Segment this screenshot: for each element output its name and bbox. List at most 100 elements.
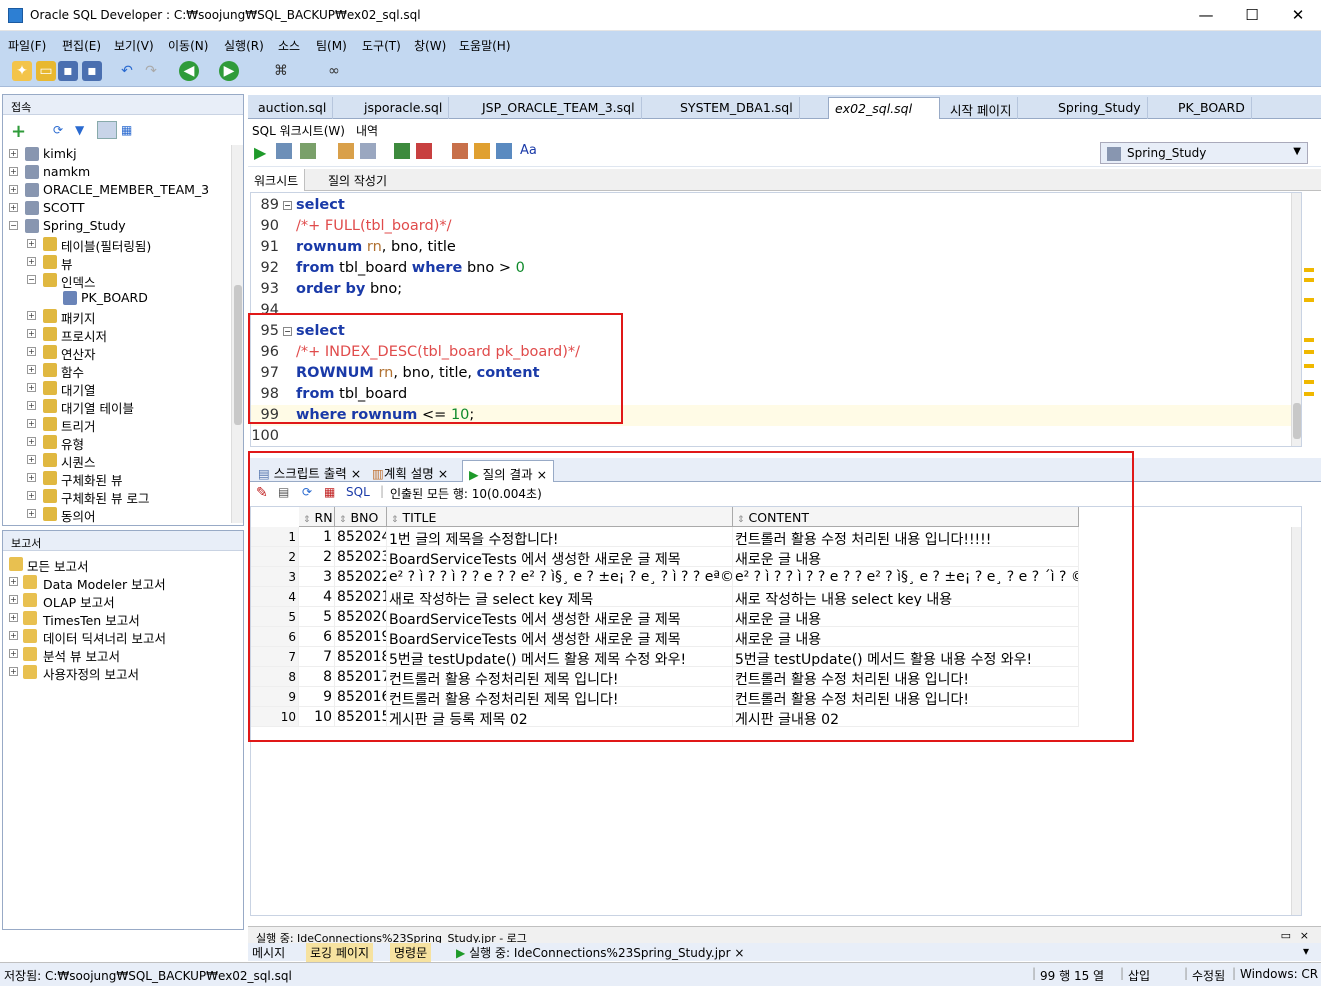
run-statement-icon[interactable]: ▶ [254,143,266,162]
forward-icon[interactable]: ▶ [219,61,239,81]
tree-node[interactable]: + 연산자 [3,343,231,362]
tab-spring-study[interactable]: Spring_Study [1052,97,1148,119]
expand-icon[interactable]: + [9,613,18,622]
open-folder-icon[interactable]: ▭ [36,61,56,81]
expand-icon[interactable]: + [9,203,18,212]
commit-transaction-icon[interactable] [394,143,410,159]
close-log-icon[interactable]: × [1300,929,1309,942]
report-node[interactable]: + Data Modeler 보고서 [3,573,239,592]
refresh-icon[interactable]: ⟳ [53,123,63,137]
tree-node[interactable]: − Spring_Study [3,217,231,235]
tree-node[interactable]: + ORACLE_MEMBER_TEAM_3 [3,181,231,199]
tree-node[interactable]: + kimkj [3,145,231,163]
tab-logging-page[interactable]: 로깅 페이지 [306,943,374,962]
expand-icon[interactable]: + [27,491,36,500]
grid-scrollbar[interactable] [1291,527,1301,915]
code-line[interactable]: 100 [251,426,1291,447]
run-script-icon[interactable] [276,143,292,159]
expand-icon[interactable]: + [9,667,18,676]
expand-icon[interactable]: + [27,437,36,446]
report-node[interactable]: + OLAP 보고서 [3,591,239,610]
add-connection-icon[interactable]: + [11,121,26,142]
sql-worksheet-icon[interactable]: ⌘ [271,61,291,81]
save-icon[interactable]: ▪ [58,61,78,81]
expand-icon[interactable]: + [9,577,18,586]
history-icon[interactable] [496,143,512,159]
expand-icon[interactable]: + [9,167,18,176]
explain-plan-icon[interactable] [338,143,354,159]
menu-file[interactable]: 파일(F) [8,37,46,54]
tree-node[interactable]: + namkm [3,163,231,181]
menu-team[interactable]: 팀(M) [316,37,347,54]
minimize-button[interactable]: — [1183,0,1229,31]
report-node[interactable]: + 사용자정의 보고서 [3,663,239,682]
save-all-icon[interactable]: ▪ [82,61,102,81]
tab-jsporacle[interactable]: jsporacle.sql [358,97,450,119]
tree-node[interactable]: + 구체화된 뷰 로그 [3,487,231,506]
expand-icon[interactable]: + [9,149,18,158]
tree-node[interactable]: + 대기열 테이블 [3,397,231,416]
expand-icon[interactable]: + [27,419,36,428]
binoculars-icon[interactable]: ∞ [324,61,344,81]
tree-node[interactable]: + 대기열 [3,379,231,398]
expand-icon[interactable]: + [27,239,36,248]
manage-icon[interactable]: ▦ [121,123,132,137]
code-line[interactable]: 91 rownum rn, bno, title [251,237,1291,258]
code-line[interactable]: 92 from tbl_board where bno > 0 [251,258,1291,279]
tab-start-page[interactable]: 시작 페이지 [944,97,1019,119]
tab-pk-board[interactable]: PK_BOARD [1172,97,1252,119]
expand-icon[interactable]: + [9,631,18,640]
expand-icon[interactable]: + [27,329,36,338]
clear-icon[interactable] [474,143,490,159]
autotrace-icon[interactable] [360,143,376,159]
report-node[interactable]: + TimesTen 보고서 [3,609,239,628]
tree-node[interactable]: − 인덱스 [3,271,231,290]
scroll-thumb[interactable] [234,285,242,425]
code-line[interactable]: 90 /*+ FULL(tbl_board)*/ [251,216,1291,237]
tree-node[interactable]: + 패키지 [3,307,231,326]
connection-select[interactable]: Spring_Study ▼ [1100,142,1308,164]
close-button[interactable]: ✕ [1275,0,1321,31]
maximize-button[interactable]: ☐ [1229,0,1275,31]
expand-icon[interactable]: + [27,365,36,374]
fold-icon[interactable]: − [283,201,292,210]
new-file-icon[interactable]: ✦ [12,61,32,81]
tree-node[interactable]: + 테이블(필터링됨) [3,235,231,254]
expand-icon[interactable]: + [27,383,36,392]
minimize-log-icon[interactable]: ▭ [1281,929,1291,942]
tab-query-builder[interactable]: 질의 작성기 [328,172,387,189]
code-line[interactable]: 93 order by bno; [251,279,1291,300]
tree-node[interactable]: + 함수 [3,361,231,380]
tab-auction[interactable]: auction.sql [252,97,334,119]
tab-messages[interactable]: 메시지 [252,944,285,961]
undo-icon[interactable]: ↶ [117,61,137,81]
back-icon[interactable]: ◀ [179,61,199,81]
tree-node[interactable]: + 뷰 [3,253,231,272]
tree-node[interactable]: + 트리거 [3,415,231,434]
expand-icon[interactable]: + [27,401,36,410]
menu-tools[interactable]: 도구(T) [362,37,401,54]
expand-icon[interactable]: + [27,455,36,464]
collapse-icon[interactable]: − [27,275,36,284]
expand-icon[interactable]: + [9,649,18,658]
tab-jsp-oracle-team[interactable]: JSP_ORACLE_TEAM_3.sql [476,97,642,119]
connections-scrollbar[interactable] [231,145,243,523]
format-icon[interactable]: Aa [520,143,537,158]
report-node[interactable]: 모든 보고서 [3,555,239,574]
schema-browser-icon[interactable] [97,121,117,139]
tab-worksheet[interactable]: 워크시트 [248,169,306,191]
sql-tuning-icon[interactable] [452,143,468,159]
expand-icon[interactable]: + [27,257,36,266]
commit-icon[interactable] [300,143,316,159]
tree-node[interactable]: + 동의어 [3,505,231,523]
tab-system-dba[interactable]: SYSTEM_DBA1.sql [674,97,800,119]
menu-navigate[interactable]: 이동(N) [168,37,208,54]
code-line[interactable]: 89− select [251,195,1291,216]
menu-source[interactable]: 소스 [278,37,300,54]
expand-icon[interactable]: + [9,595,18,604]
redo-icon[interactable]: ↷ [141,61,161,81]
expand-icon[interactable]: + [27,509,36,518]
tree-node[interactable]: + 프로시저 [3,325,231,344]
tree-node[interactable]: + 유형 [3,433,231,452]
editor-scroll-thumb[interactable] [1293,403,1301,439]
